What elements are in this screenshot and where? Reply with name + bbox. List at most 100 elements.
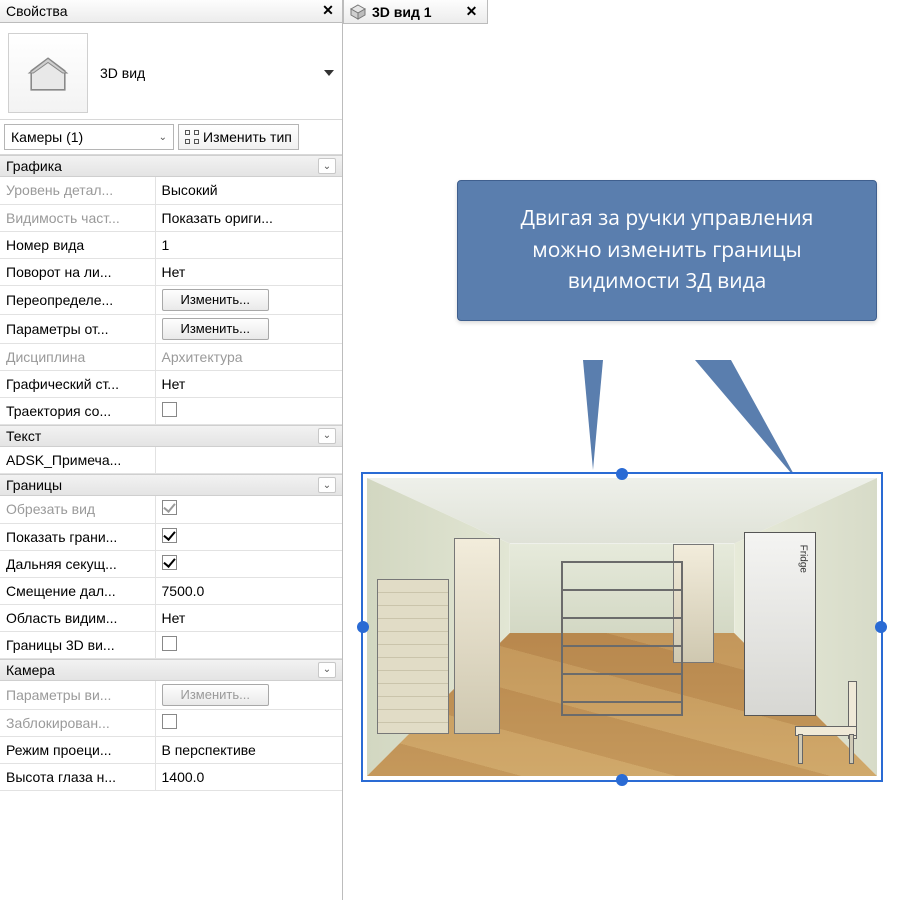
property-value[interactable]: Изменить... (155, 681, 342, 710)
property-value[interactable]: В перспективе (155, 736, 342, 763)
property-row: Графический ст...Нет (0, 370, 342, 397)
property-row: Видимость част...Показать ориги... (0, 204, 342, 231)
edit-button[interactable]: Изменить... (162, 289, 269, 311)
group-title: Графика (6, 158, 62, 174)
checkbox[interactable] (162, 528, 177, 543)
house-icon (27, 52, 69, 94)
property-value[interactable]: Изменить... (155, 314, 342, 343)
group-title: Камера (6, 662, 55, 678)
collapse-icon[interactable]: ⌄ (318, 428, 336, 444)
property-label: Переопределе... (0, 285, 155, 314)
edit-button[interactable]: Изменить... (162, 318, 269, 340)
property-label: Номер вида (0, 231, 155, 258)
checkbox[interactable] (162, 555, 177, 570)
tooltip-callout: Двигая за ручки управления можно изменит… (457, 180, 877, 321)
group-header[interactable]: Текст⌄ (0, 425, 342, 447)
property-label: Параметры от... (0, 314, 155, 343)
property-label: Область видим... (0, 604, 155, 631)
grid-icon (185, 130, 199, 144)
view-canvas: 3D вид 1 ✕ Двигая за ручки управления мо… (343, 0, 900, 900)
property-value[interactable] (155, 397, 342, 424)
checkbox[interactable] (162, 714, 177, 729)
property-table: Параметры ви...Изменить...Заблокирован..… (0, 681, 342, 791)
property-value[interactable]: Нет (155, 370, 342, 397)
type-selector-block: 3D вид (0, 23, 342, 119)
property-row: Дальняя секущ... (0, 550, 342, 577)
instance-selector-label: Камеры (1) (11, 129, 83, 145)
chevron-down-icon: ⌄ (159, 132, 167, 143)
collapse-icon[interactable]: ⌄ (318, 158, 336, 174)
chair (795, 681, 856, 764)
crop-region[interactable] (361, 472, 883, 782)
group-title: Границы (6, 477, 62, 493)
property-label: Смещение дал... (0, 577, 155, 604)
property-label: Параметры ви... (0, 681, 155, 710)
viewport-3d[interactable] (367, 478, 877, 776)
properties-list: Графика ⌄ Уровень детал...ВысокийВидимость… (0, 155, 342, 791)
property-row: Номер вида1 (0, 231, 342, 258)
property-value[interactable] (155, 447, 342, 474)
property-label: ADSK_Примеча... (0, 447, 155, 474)
property-value[interactable]: Нет (155, 604, 342, 631)
view-tab[interactable]: 3D вид 1 ✕ (343, 0, 488, 24)
crop-handle-left[interactable] (357, 621, 369, 633)
type-label: 3D вид (100, 65, 318, 81)
group-header[interactable]: Камера ⌄ (0, 659, 342, 681)
property-row: Поворот на ли...Нет (0, 258, 342, 285)
property-row: Уровень детал...Высокий (0, 177, 342, 204)
property-value[interactable]: 7500.0 (155, 577, 342, 604)
property-label: Заблокирован... (0, 709, 155, 736)
property-value[interactable]: Изменить... (155, 285, 342, 314)
property-row: Параметры от... Изменить... (0, 314, 342, 343)
property-value[interactable]: 1 (155, 231, 342, 258)
collapse-icon[interactable]: ⌄ (318, 662, 336, 678)
property-value[interactable]: 1400.0 (155, 763, 342, 790)
group-header[interactable]: Границы ⌄ (0, 474, 342, 496)
collapse-icon[interactable]: ⌄ (318, 477, 336, 493)
property-table: Уровень детал...ВысокийВидимость част...… (0, 177, 342, 425)
group-header[interactable]: Графика ⌄ (0, 155, 342, 177)
crop-handle-top[interactable] (616, 468, 628, 480)
property-label: Графический ст... (0, 370, 155, 397)
chevron-down-icon (324, 70, 334, 76)
property-label: Дальняя секущ... (0, 550, 155, 577)
view-tab-close[interactable]: ✕ (466, 3, 478, 20)
value-box[interactable] (162, 636, 177, 651)
property-row: ADSK_Примеча... (0, 447, 342, 474)
property-value[interactable] (155, 550, 342, 577)
property-row: Переопределе... Изменить... (0, 285, 342, 314)
type-thumbnail[interactable] (8, 33, 88, 113)
property-label: Траектория со... (0, 397, 155, 424)
property-row: Высота глаза н...1400.0 (0, 763, 342, 790)
property-row: Показать грани... (0, 523, 342, 550)
property-row: Траектория со... (0, 397, 342, 424)
crop-handle-bottom[interactable] (616, 774, 628, 786)
property-value[interactable] (155, 496, 342, 523)
property-value[interactable]: Архитектура (155, 343, 342, 370)
rack (561, 561, 683, 716)
properties-panel: Свойства ✕ 3D вид Камеры (1) ⌄ Изменить … (0, 0, 343, 900)
edit-type-button[interactable]: Изменить тип (178, 124, 299, 150)
property-label: Режим проеци... (0, 736, 155, 763)
view-tab-label: 3D вид 1 (372, 4, 432, 20)
property-row: Параметры ви...Изменить... (0, 681, 342, 710)
checkbox (162, 500, 177, 515)
panel-title: Свойства (6, 3, 67, 19)
panel-close-button[interactable]: ✕ (320, 3, 336, 19)
value-box[interactable] (162, 402, 177, 417)
property-value[interactable] (155, 709, 342, 736)
property-value[interactable] (155, 523, 342, 550)
property-table: ADSK_Примеча... (0, 447, 342, 475)
property-row: Обрезать вид (0, 496, 342, 523)
instance-row: Камеры (1) ⌄ Изменить тип (0, 119, 342, 155)
edit-type-label: Изменить тип (203, 129, 292, 145)
instance-selector[interactable]: Камеры (1) ⌄ (4, 124, 174, 150)
callout-tail (695, 360, 815, 480)
type-dropdown[interactable]: 3D вид (100, 65, 334, 81)
callout-tail (583, 360, 603, 470)
property-value[interactable]: Высокий (155, 177, 342, 204)
property-value[interactable]: Нет (155, 258, 342, 285)
property-value[interactable] (155, 631, 342, 658)
property-value[interactable]: Показать ориги... (155, 204, 342, 231)
crop-handle-right[interactable] (875, 621, 887, 633)
